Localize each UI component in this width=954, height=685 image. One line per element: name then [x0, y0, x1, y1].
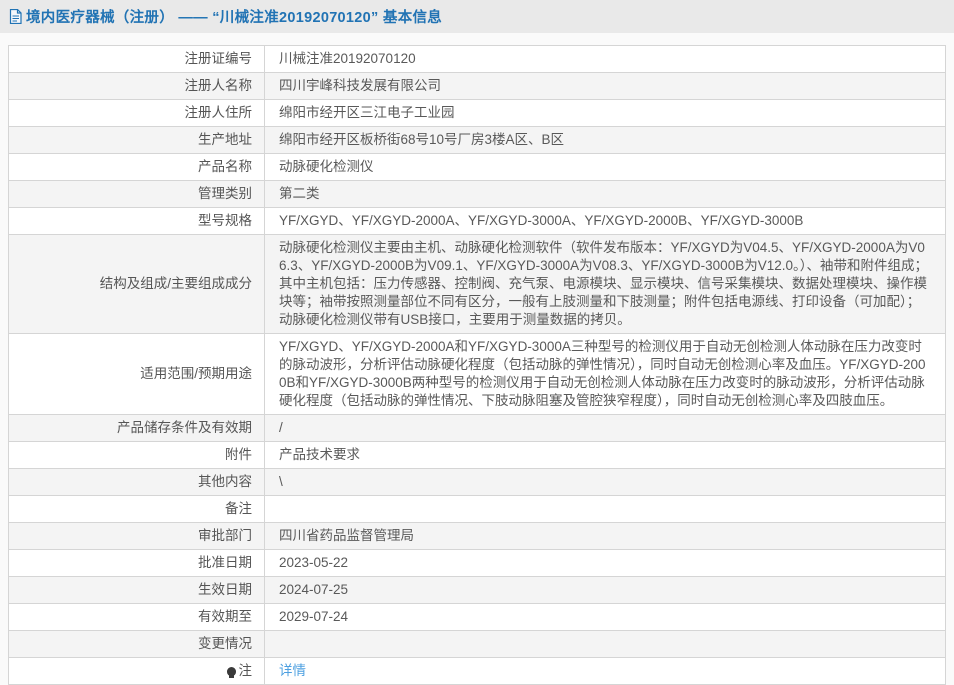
row-label: 批准日期	[9, 550, 265, 577]
page-title: 境内医疗器械（注册） —— “川械注准20192070120” 基本信息	[26, 6, 442, 27]
row-value: /	[265, 415, 946, 442]
table-row: 审批部门四川省药品监督管理局	[9, 523, 946, 550]
info-table-body: 注册证编号川械注准20192070120注册人名称四川宇峰科技发展有限公司注册人…	[9, 46, 946, 685]
table-row: 适用范围/预期用途YF/XGYD、YF/XGYD-2000A和YF/XGYD-3…	[9, 334, 946, 415]
table-row: 备注	[9, 496, 946, 523]
row-value	[265, 631, 946, 658]
table-row: 结构及组成/主要组成成分动脉硬化检测仪主要由主机、动脉硬化检测软件（软件发布版本…	[9, 235, 946, 334]
table-row: 注册证编号川械注准20192070120	[9, 46, 946, 73]
row-label: 审批部门	[9, 523, 265, 550]
row-value: YF/XGYD、YF/XGYD-2000A、YF/XGYD-3000A、YF/X…	[265, 208, 946, 235]
row-value: 详情	[265, 658, 946, 685]
table-row: 批准日期2023-05-22	[9, 550, 946, 577]
row-label: 变更情况	[9, 631, 265, 658]
table-row: 产品名称动脉硬化检测仪	[9, 154, 946, 181]
table-row: 变更情况	[9, 631, 946, 658]
row-value: 2023-05-22	[265, 550, 946, 577]
table-row: 生产地址绵阳市经开区板桥街68号10号厂房3楼A区、B区	[9, 127, 946, 154]
row-value: 四川省药品监督管理局	[265, 523, 946, 550]
row-value: 2024-07-25	[265, 577, 946, 604]
row-label: 备注	[9, 496, 265, 523]
table-row: 其他内容\	[9, 469, 946, 496]
table-row: 管理类别第二类	[9, 181, 946, 208]
row-value: YF/XGYD、YF/XGYD-2000A和YF/XGYD-3000A三种型号的…	[265, 334, 946, 415]
row-value: 动脉硬化检测仪	[265, 154, 946, 181]
row-label: 生产地址	[9, 127, 265, 154]
row-label: 附件	[9, 442, 265, 469]
table-row: 附件产品技术要求	[9, 442, 946, 469]
row-value: 四川宇峰科技发展有限公司	[265, 73, 946, 100]
row-label: 注册证编号	[9, 46, 265, 73]
row-label: 注册人住所	[9, 100, 265, 127]
row-label: 注	[9, 658, 265, 685]
detail-link[interactable]: 详情	[279, 663, 306, 678]
row-value: 绵阳市经开区三江电子工业园	[265, 100, 946, 127]
row-label: 生效日期	[9, 577, 265, 604]
table-row: 生效日期2024-07-25	[9, 577, 946, 604]
row-value: 产品技术要求	[265, 442, 946, 469]
row-value	[265, 496, 946, 523]
row-label: 其他内容	[9, 469, 265, 496]
row-value: 动脉硬化检测仪主要由主机、动脉硬化检测软件（软件发布版本：YF/XGYD为V04…	[265, 235, 946, 334]
row-value: 2029-07-24	[265, 604, 946, 631]
row-label: 注册人名称	[9, 73, 265, 100]
page-header: 境内医疗器械（注册） —— “川械注准20192070120” 基本信息	[0, 0, 954, 33]
row-label: 结构及组成/主要组成成分	[9, 235, 265, 334]
row-value: 第二类	[265, 181, 946, 208]
row-value: \	[265, 469, 946, 496]
registration-detail-page: 境内医疗器械（注册） —— “川械注准20192070120” 基本信息 注册证…	[0, 0, 954, 685]
bulb-icon	[227, 667, 236, 676]
table-row: 注详情	[9, 658, 946, 685]
row-value: 川械注准20192070120	[265, 46, 946, 73]
table-row: 型号规格YF/XGYD、YF/XGYD-2000A、YF/XGYD-3000A、…	[9, 208, 946, 235]
row-label: 管理类别	[9, 181, 265, 208]
table-row: 注册人住所绵阳市经开区三江电子工业园	[9, 100, 946, 127]
table-row: 有效期至2029-07-24	[9, 604, 946, 631]
row-label: 适用范围/预期用途	[9, 334, 265, 415]
info-table: 注册证编号川械注准20192070120注册人名称四川宇峰科技发展有限公司注册人…	[8, 45, 946, 685]
row-label: 型号规格	[9, 208, 265, 235]
row-value: 绵阳市经开区板桥街68号10号厂房3楼A区、B区	[265, 127, 946, 154]
row-label: 有效期至	[9, 604, 265, 631]
document-icon	[9, 9, 22, 24]
row-label: 产品名称	[9, 154, 265, 181]
table-row: 产品储存条件及有效期/	[9, 415, 946, 442]
table-row: 注册人名称四川宇峰科技发展有限公司	[9, 73, 946, 100]
row-label: 产品储存条件及有效期	[9, 415, 265, 442]
